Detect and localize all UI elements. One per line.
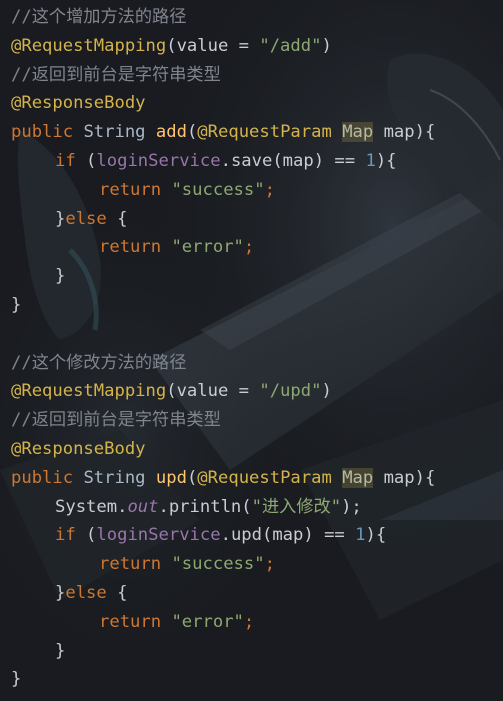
code-token: @RequestParam	[197, 122, 332, 143]
code-token: else	[65, 582, 107, 603]
code-line[interactable]: public String upd(@RequestParam Map map)…	[11, 464, 503, 493]
code-token: upd	[155, 467, 187, 488]
code-token: .save(map) ==	[220, 150, 366, 171]
code-token: (	[75, 150, 97, 171]
code-token: add	[155, 122, 187, 143]
code-token: ;	[264, 554, 275, 575]
code-token: }	[55, 208, 66, 229]
code-line[interactable]: if (loginService.upd(map) == 1){	[11, 521, 503, 550]
code-line[interactable]: return "success";	[11, 176, 503, 205]
code-token: return	[99, 554, 162, 575]
code-line[interactable]: @RequestMapping(value = "/add")	[11, 32, 503, 61]
code-token: (value =	[166, 35, 260, 56]
code-line[interactable]: }	[11, 262, 503, 291]
code-token: public	[11, 122, 74, 143]
code-token: ){	[375, 150, 397, 171]
code-token: //这个增加方法的路径	[11, 7, 187, 27]
code-token: 1	[365, 150, 376, 171]
code-token: {	[106, 208, 128, 229]
code-token: @ResponseBody	[11, 438, 146, 459]
code-line[interactable]: return "error";	[11, 608, 503, 637]
code-token: (	[186, 467, 198, 488]
code-token: map){	[373, 122, 436, 143]
code-token: }	[55, 640, 66, 661]
code-token: "/add"	[259, 35, 322, 56]
code-token: "error"	[171, 237, 244, 258]
code-token: "success"	[171, 179, 265, 200]
code-line[interactable]: @ResponseBody	[11, 89, 503, 118]
code-token: public	[11, 467, 74, 488]
code-line[interactable]: @ResponseBody	[11, 435, 503, 464]
code-token: ){	[365, 525, 387, 546]
code-token: @RequestMapping	[11, 35, 167, 56]
code-token: "error"	[171, 611, 244, 632]
code-token: if	[55, 525, 76, 546]
code-token: String	[73, 467, 156, 488]
code-token: }	[11, 669, 22, 690]
code-token: "/upd"	[259, 381, 322, 402]
code-token: return	[99, 179, 162, 200]
code-line[interactable]: System.out.println("进入修改");	[11, 493, 503, 522]
code-token: "success"	[171, 554, 265, 575]
code-token: {	[106, 582, 128, 603]
code-token: (	[186, 122, 198, 143]
code-token: @ResponseBody	[11, 93, 146, 114]
code-token: System.	[55, 496, 128, 517]
code-token: Map	[342, 122, 374, 143]
code-token: (	[75, 525, 97, 546]
code-line[interactable]: }else {	[11, 205, 503, 234]
code-line[interactable]: //这个修改方法的路径	[11, 349, 503, 378]
code-token: loginService	[96, 525, 221, 546]
code-token: 1	[355, 525, 366, 546]
code-token: return	[99, 611, 162, 632]
code-line[interactable]	[11, 320, 503, 349]
code-token: ;	[243, 237, 255, 258]
code-token: map){	[373, 467, 436, 488]
code-line[interactable]: }else {	[11, 579, 503, 608]
code-token: ;	[243, 611, 255, 632]
code-token: Map	[342, 467, 374, 488]
code-line[interactable]: }	[11, 665, 503, 694]
code-token: //返回到前台是字符串类型	[11, 410, 221, 431]
code-token: "进入修改"	[251, 496, 342, 517]
code-token: //这个修改方法的路径	[11, 352, 187, 373]
code-token: .upd(map) ==	[220, 525, 356, 546]
code-token: )	[321, 35, 332, 56]
code-line[interactable]: @RequestMapping(value = "/upd")	[11, 377, 503, 406]
code-token: }	[55, 582, 66, 603]
code-token: //返回到前台是字符串类型	[11, 64, 221, 85]
code-line[interactable]: return "success";	[11, 550, 503, 579]
code-token: out	[127, 496, 159, 517]
code-token: String	[73, 122, 156, 143]
code-token: .println(	[158, 496, 252, 517]
code-token: return	[99, 237, 162, 258]
code-line[interactable]: return "error";	[11, 233, 503, 262]
code-token: }	[55, 266, 66, 287]
code-line[interactable]: }	[11, 637, 503, 666]
code-lines[interactable]: //这个增加方法的路径 @RequestMapping(value = "/add…	[11, 3, 503, 694]
code-line[interactable]: }	[11, 291, 503, 320]
code-token: );	[341, 496, 362, 517]
code-line[interactable]: //这个增加方法的路径	[11, 3, 503, 32]
code-token: else	[65, 208, 107, 229]
code-line[interactable]: if (loginService.save(map) == 1){	[11, 147, 503, 176]
code-token: }	[11, 294, 22, 315]
code-token: ;	[264, 179, 275, 200]
code-line[interactable]: //返回到前台是字符串类型	[11, 61, 503, 90]
code-line[interactable]: //返回到前台是字符串类型	[11, 406, 503, 435]
code-token: if	[55, 150, 76, 171]
code-token: @RequestMapping	[11, 381, 167, 402]
code-token: (value =	[166, 381, 260, 402]
code-editor[interactable]: //这个增加方法的路径 @RequestMapping(value = "/add…	[0, 0, 503, 701]
code-token: @RequestParam	[197, 467, 332, 488]
code-token: )	[321, 381, 332, 402]
code-line[interactable]: public String add(@RequestParam Map map)…	[11, 118, 503, 147]
code-token: loginService	[96, 150, 221, 171]
